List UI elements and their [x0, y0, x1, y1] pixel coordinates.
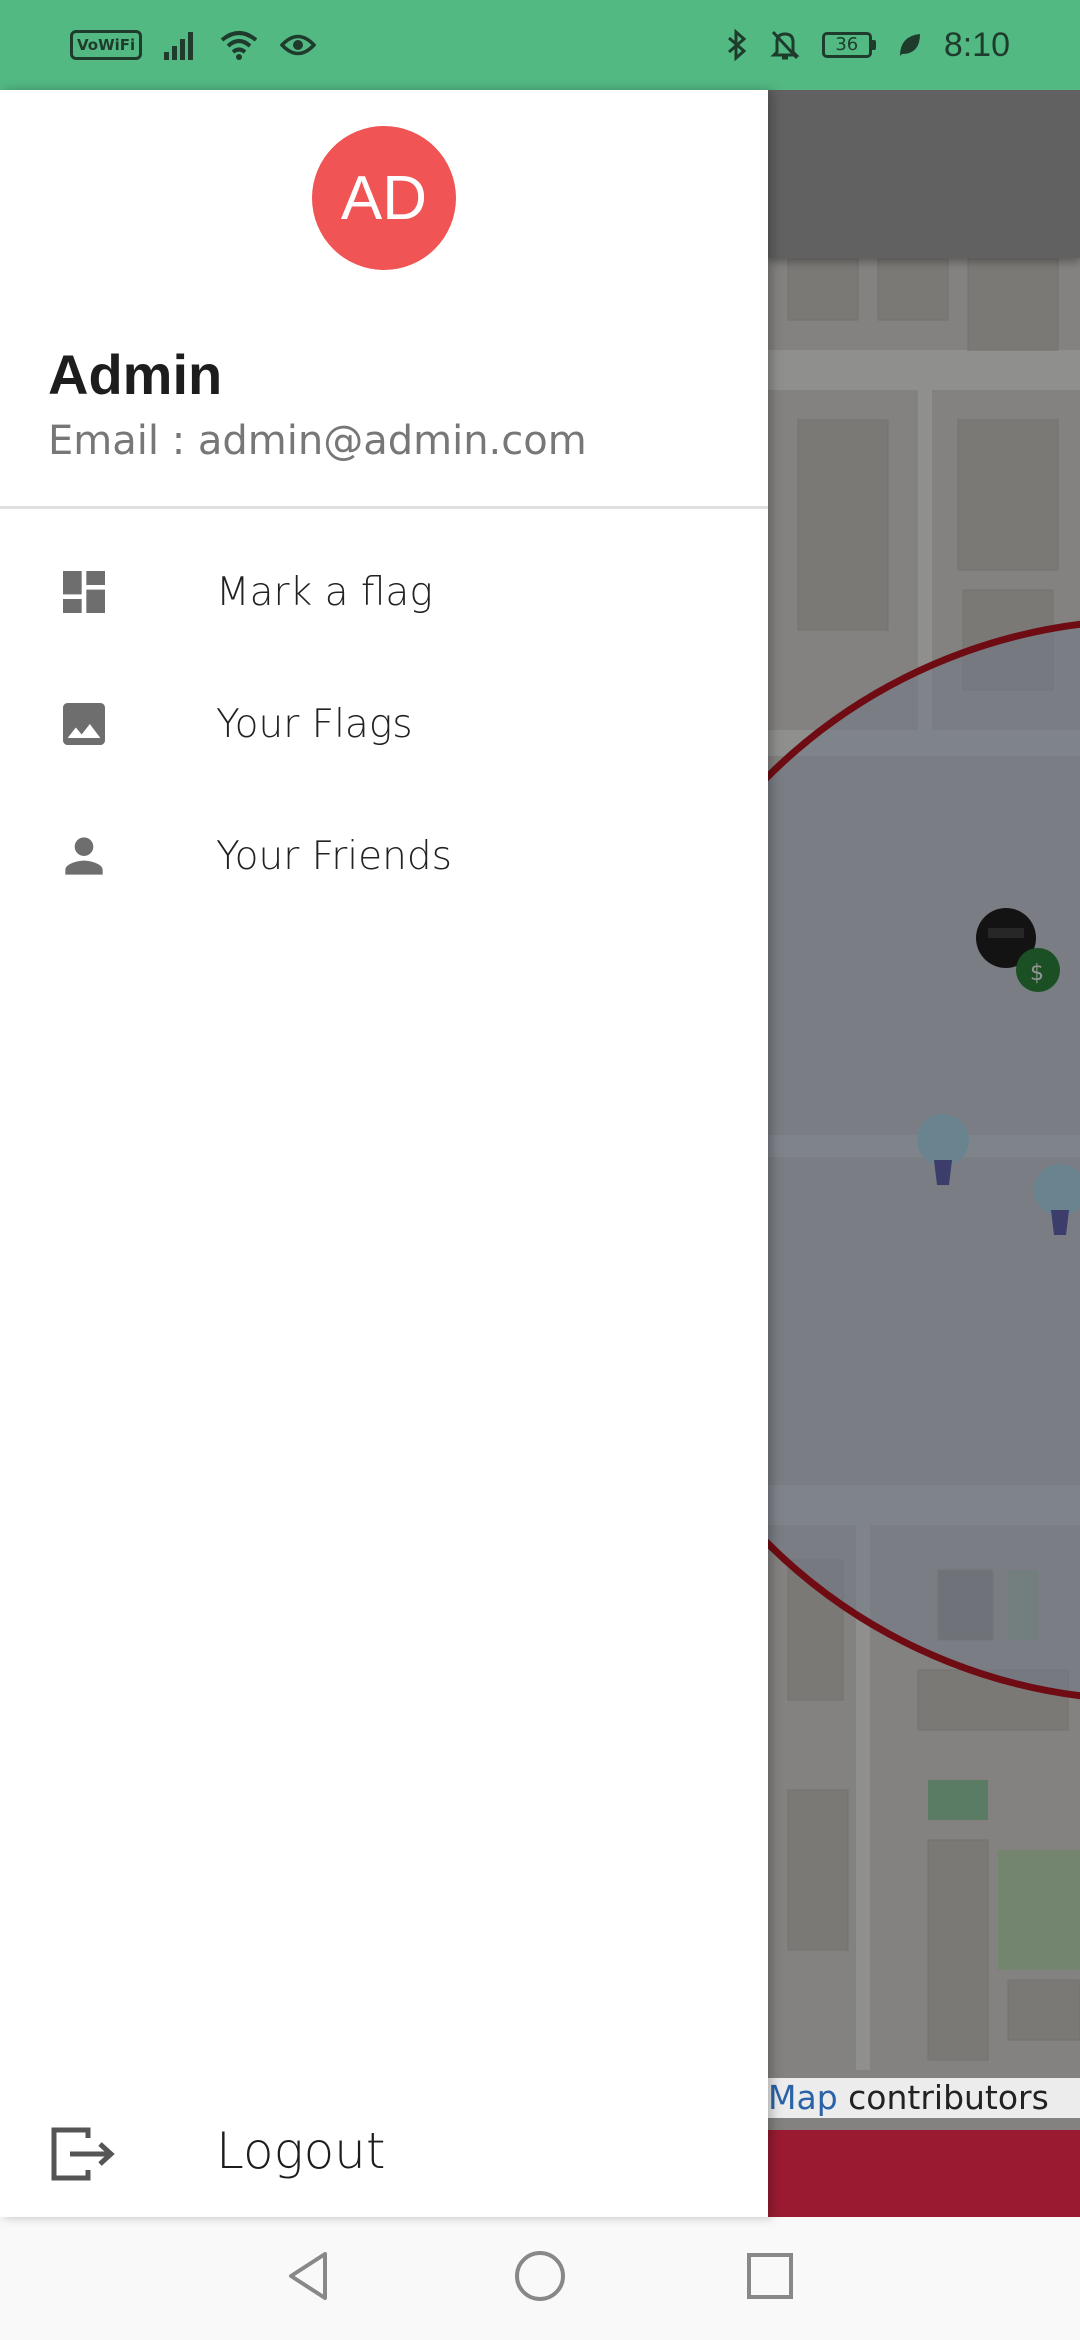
menu-item-label: Your Flags: [216, 701, 413, 747]
system-nav-bar: [0, 2217, 1080, 2340]
avatar: AD: [312, 126, 456, 270]
menu-item-your-flags[interactable]: Your Flags: [0, 658, 768, 790]
logout-button[interactable]: Logout: [0, 2100, 768, 2220]
battery-level: 36: [821, 32, 872, 58]
bluetooth-icon: [727, 29, 747, 61]
bell-off-icon: [770, 30, 800, 60]
status-right: 36 8:10: [726, 26, 1010, 65]
home-icon[interactable]: [505, 2241, 575, 2311]
recents-icon[interactable]: [735, 2241, 805, 2311]
map-view[interactable]: $ Map contributors: [768, 90, 1080, 2217]
signal-icon: [164, 32, 194, 60]
map-bottom-bar: [768, 2130, 1080, 2217]
back-icon[interactable]: [274, 2241, 344, 2311]
user-name: Admin: [48, 343, 223, 406]
status-bar: VoWiFi 36 8:10: [0, 0, 1080, 90]
leaf-icon: [899, 34, 920, 56]
image-icon: [54, 694, 114, 754]
wifi-icon: [220, 31, 258, 60]
person-icon: [54, 826, 114, 886]
map-attribution-link[interactable]: Map: [768, 2078, 838, 2117]
battery-icon: 36: [821, 32, 876, 58]
map-attribution-text: contributors: [837, 2078, 1049, 2117]
menu-item-mark-a-flag[interactable]: Mark a flag: [0, 526, 768, 658]
drawer-divider: [0, 506, 768, 509]
vowifi-icon: VoWiFi: [70, 30, 143, 60]
menu-item-label: Mark a flag: [216, 569, 433, 615]
status-left: VoWiFi: [70, 30, 317, 60]
dashboard-icon: [54, 562, 114, 622]
logout-icon: [48, 2120, 120, 2192]
menu-item-your-friends[interactable]: Your Friends: [0, 790, 768, 922]
menu-item-label: Your Friends: [216, 833, 452, 879]
logout-label: Logout: [216, 2122, 386, 2180]
user-email: Email : admin@admin.com: [48, 418, 587, 464]
status-time: 8:10: [943, 25, 1010, 64]
eye-icon: [280, 34, 317, 56]
navigation-drawer: AD Admin Email : admin@admin.com Mark a …: [0, 90, 768, 2217]
drawer-scrim[interactable]: [768, 90, 1080, 2217]
map-attribution: Map contributors: [768, 2078, 1080, 2118]
